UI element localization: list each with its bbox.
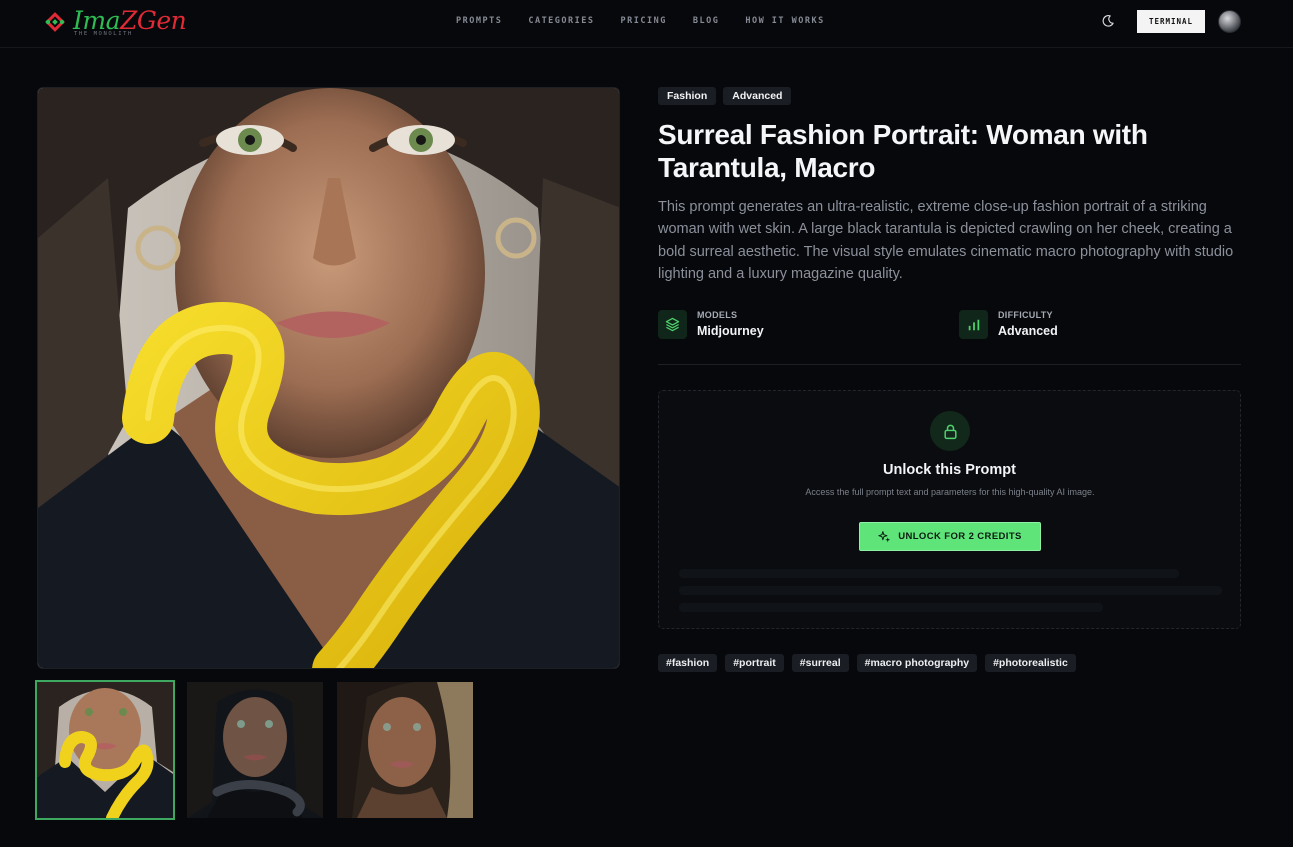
badge-category[interactable]: Fashion <box>658 87 717 105</box>
unlock-prompt-card: Unlock this Prompt Access the full promp… <box>658 390 1241 629</box>
main-nav: PROMPTS CATEGORIES PRICING BLOG HOW IT W… <box>456 16 825 26</box>
nav-prompts[interactable]: PROMPTS <box>456 16 502 26</box>
layers-icon <box>658 310 687 339</box>
unlock-button[interactable]: UNLOCK FOR 2 CREDITS <box>859 522 1041 551</box>
nav-categories[interactable]: CATEGORIES <box>528 16 594 26</box>
moon-icon[interactable] <box>1101 14 1115 28</box>
difficulty-info: DIFFICULTY Advanced <box>959 309 1179 341</box>
lock-icon <box>930 411 970 451</box>
diamond-logo-icon <box>45 12 65 32</box>
top-nav-bar: ImaZGen THE MONOLITH PROMPTS CATEGORIES … <box>0 0 1293 48</box>
prompt-title: Surreal Fashion Portrait: Woman with Tar… <box>658 119 1148 183</box>
thumbnail-3[interactable] <box>335 680 475 820</box>
prompt-description: This prompt generates an ultra-realistic… <box>658 199 1234 282</box>
portrait-illustration <box>38 88 619 668</box>
models-label: MODELS <box>697 310 738 320</box>
section-divider <box>658 364 1241 365</box>
unlock-title: Unlock this Prompt <box>883 462 1016 478</box>
models-info: MODELS Midjourney <box>658 309 878 341</box>
user-avatar[interactable] <box>1218 10 1241 33</box>
tag-list: #fashion #portrait #surreal #macro photo… <box>658 654 1076 672</box>
unlock-description: Access the full prompt text and paramete… <box>805 487 1095 497</box>
nav-pricing[interactable]: PRICING <box>621 16 667 26</box>
models-value: Midjourney <box>697 324 764 338</box>
nav-how-it-works[interactable]: HOW IT WORKS <box>745 16 824 26</box>
nav-blog[interactable]: BLOG <box>693 16 719 26</box>
difficulty-label: DIFFICULTY <box>998 310 1053 320</box>
unlock-button-label: UNLOCK FOR 2 CREDITS <box>898 531 1022 542</box>
tag-item[interactable]: #photorealistic <box>985 654 1076 672</box>
tag-item[interactable]: #portrait <box>725 654 784 672</box>
terminal-button[interactable]: TERMINAL <box>1137 10 1205 33</box>
signal-bars-icon <box>959 310 988 339</box>
category-badges: Fashion Advanced <box>658 87 792 105</box>
brand-tagline: THE MONOLITH <box>74 31 133 37</box>
tag-item[interactable]: #fashion <box>658 654 718 672</box>
thumbnail-1[interactable] <box>35 680 175 820</box>
main-prompt-image <box>37 87 620 669</box>
tag-item[interactable]: #surreal <box>791 654 849 672</box>
thumbnail-gallery <box>35 680 485 820</box>
difficulty-value: Advanced <box>998 324 1058 338</box>
badge-difficulty[interactable]: Advanced <box>723 87 792 105</box>
blurred-prompt-preview <box>679 569 1222 620</box>
tag-item[interactable]: #macro photography <box>856 654 978 672</box>
brand-logo[interactable]: ImaZGen THE MONOLITH <box>44 6 187 40</box>
sparkles-icon <box>878 531 891 543</box>
thumbnail-2[interactable] <box>185 680 325 820</box>
